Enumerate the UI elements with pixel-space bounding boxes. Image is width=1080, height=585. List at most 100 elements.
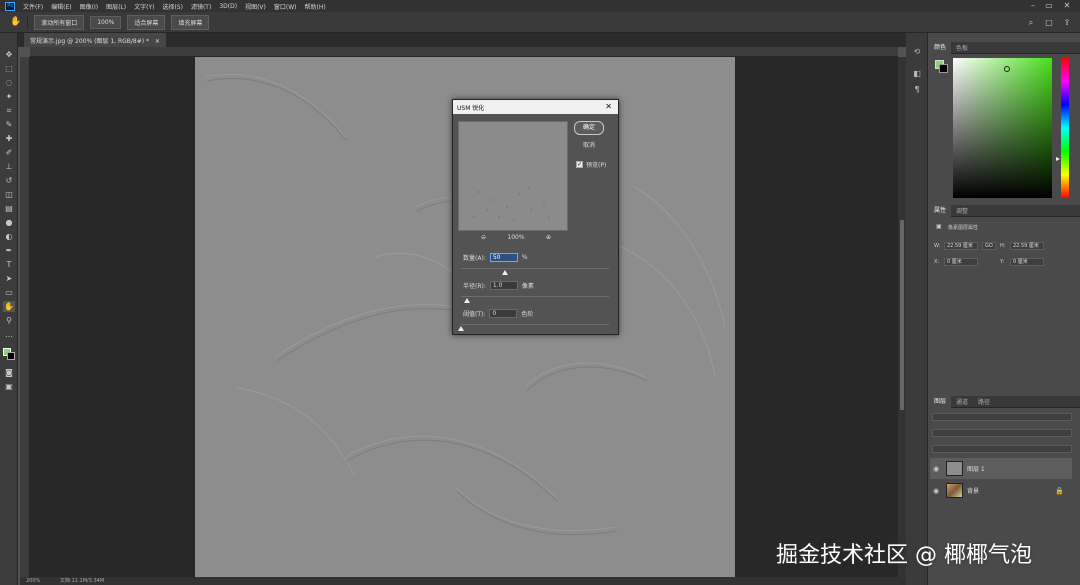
close-window-icon[interactable]: ✕ bbox=[1062, 1, 1072, 11]
preview-checkbox-row[interactable]: ✓ 预览(P) bbox=[576, 160, 606, 169]
threshold-input[interactable]: 0 bbox=[489, 309, 518, 318]
restore-icon[interactable]: ▭ bbox=[1044, 1, 1054, 11]
y-field[interactable]: 0 厘米 bbox=[1010, 258, 1044, 266]
background-color-swatch[interactable] bbox=[7, 352, 15, 360]
type-tool-icon[interactable]: T bbox=[3, 259, 15, 270]
screen-mode-icon[interactable]: ▣ bbox=[3, 381, 15, 392]
shape-tool-icon[interactable]: ▭ bbox=[3, 287, 15, 298]
tab-properties[interactable]: 属性 bbox=[929, 204, 952, 217]
stamp-tool-icon[interactable]: ⊥ bbox=[3, 161, 15, 172]
x-field[interactable]: 0 厘米 bbox=[944, 258, 978, 266]
more-tools-icon[interactable]: … bbox=[3, 329, 15, 340]
panel-background-color[interactable] bbox=[939, 64, 948, 73]
menu-image[interactable]: 图像(I) bbox=[80, 2, 98, 11]
fit-screen-button[interactable]: 适合屏幕 bbox=[127, 14, 166, 30]
history-brush-tool-icon[interactable]: ↺ bbox=[3, 175, 15, 186]
tab-paths[interactable]: 路径 bbox=[973, 397, 995, 406]
scroll-all-windows-button[interactable]: 滚动所有窗口 bbox=[34, 14, 85, 30]
visibility-eye-icon[interactable]: ◉ bbox=[930, 465, 942, 473]
zoom-tool-icon[interactable]: ⚲ bbox=[3, 315, 15, 326]
width-field[interactable]: 22.59 厘米 bbox=[944, 242, 978, 250]
hand-tool-icon[interactable]: ✋ bbox=[10, 17, 21, 27]
healing-brush-tool-icon[interactable]: ✚ bbox=[3, 133, 15, 144]
menu-3d[interactable]: 3D(D) bbox=[219, 3, 237, 10]
amount-slider-handle[interactable] bbox=[502, 270, 509, 275]
radius-slider-handle[interactable] bbox=[463, 298, 470, 303]
threshold-slider-handle[interactable] bbox=[458, 326, 464, 331]
lock-options-row bbox=[932, 445, 1072, 453]
layer-name: 背景 bbox=[967, 488, 980, 495]
link-proportions-button[interactable]: GO bbox=[982, 242, 996, 250]
pen-tool-icon[interactable]: ✒ bbox=[3, 245, 15, 256]
color-picker-field[interactable] bbox=[953, 58, 1052, 198]
layer-row-background[interactable]: ◉ 背景 🔒 bbox=[930, 480, 1072, 501]
tab-layers[interactable]: 图层 bbox=[929, 395, 952, 408]
menu-select[interactable]: 选择(S) bbox=[162, 2, 183, 11]
preview-texture bbox=[473, 187, 550, 221]
visibility-eye-icon[interactable]: ◉ bbox=[930, 487, 942, 495]
gradient-tool-icon[interactable]: ▤ bbox=[3, 203, 15, 214]
threshold-slider-track[interactable] bbox=[461, 324, 609, 325]
hue-slider[interactable] bbox=[1061, 58, 1069, 198]
adjustments-icon[interactable]: ◧ bbox=[912, 69, 922, 79]
menu-help[interactable]: 帮助(H) bbox=[305, 2, 326, 11]
dodge-tool-icon[interactable]: ◐ bbox=[3, 231, 15, 242]
tab-swatches[interactable]: 色板 bbox=[951, 43, 973, 52]
menu-window[interactable]: 窗口(W) bbox=[274, 2, 297, 11]
color-picker-cursor[interactable] bbox=[1004, 66, 1010, 72]
properties-panel-tabs: 属性 调整 bbox=[929, 204, 1080, 217]
dialog-close-icon[interactable]: ✕ bbox=[605, 102, 612, 111]
path-select-tool-icon[interactable]: ➤ bbox=[3, 273, 15, 284]
layer-filter-dropdown[interactable] bbox=[932, 413, 1072, 421]
zoom-100-button[interactable]: 100% bbox=[90, 15, 122, 29]
menu-file[interactable]: 文件(F) bbox=[23, 2, 43, 11]
height-field[interactable]: 22.59 厘米 bbox=[1010, 242, 1044, 250]
crop-tool-icon[interactable]: ⌗ bbox=[3, 105, 15, 116]
menu-edit[interactable]: 编辑(E) bbox=[51, 2, 71, 11]
hand-tool-icon[interactable]: ✋ bbox=[3, 301, 15, 312]
scroll-thumb[interactable] bbox=[900, 220, 904, 410]
lock-icon[interactable]: 🔒 bbox=[1055, 487, 1064, 495]
preview-checkbox[interactable]: ✓ bbox=[576, 161, 583, 168]
tab-adjustments[interactable]: 调整 bbox=[951, 206, 973, 215]
brush-tool-icon[interactable]: ✐ bbox=[3, 147, 15, 158]
radius-label: 半径(R): bbox=[463, 283, 486, 290]
cancel-button[interactable]: 取消 bbox=[574, 140, 604, 152]
marquee-tool-icon[interactable]: ⬚ bbox=[3, 63, 15, 74]
radius-slider-track[interactable] bbox=[461, 296, 609, 297]
layer-name: 图层 1 bbox=[967, 466, 985, 473]
close-tab-icon[interactable]: ✕ bbox=[155, 38, 160, 45]
amount-slider-track[interactable] bbox=[461, 268, 609, 269]
search-icon[interactable]: ⌕ bbox=[1026, 18, 1036, 28]
document-tab[interactable]: 常规演示.jpg @ 200% (图层 1, RGB/8#) * ✕ bbox=[24, 33, 166, 47]
workspace-icon[interactable]: ▢ bbox=[1044, 18, 1054, 28]
tab-channels[interactable]: 通道 bbox=[951, 397, 973, 406]
minimize-icon[interactable]: – bbox=[1028, 1, 1038, 11]
tab-color[interactable]: 颜色 bbox=[929, 41, 952, 54]
magic-wand-tool-icon[interactable]: ✦ bbox=[3, 91, 15, 102]
eraser-tool-icon[interactable]: ◫ bbox=[3, 189, 15, 200]
menu-layer[interactable]: 图层(L) bbox=[106, 2, 126, 11]
move-tool-icon[interactable]: ✥ bbox=[3, 49, 15, 60]
hue-slider-handle[interactable] bbox=[1056, 157, 1060, 161]
blend-mode-dropdown[interactable] bbox=[932, 429, 1072, 437]
menu-view[interactable]: 视图(V) bbox=[245, 2, 266, 11]
eyedropper-tool-icon[interactable]: ✎ bbox=[3, 119, 15, 130]
zoom-in-icon[interactable]: ⊕ bbox=[546, 234, 551, 241]
lasso-tool-icon[interactable]: ◌ bbox=[3, 77, 15, 88]
filter-preview[interactable] bbox=[458, 121, 568, 231]
history-icon[interactable]: ⟲ bbox=[912, 47, 922, 57]
ok-button[interactable]: 确定 bbox=[574, 121, 604, 135]
paragraph-icon[interactable]: ¶ bbox=[912, 85, 922, 95]
blur-tool-icon[interactable]: ● bbox=[3, 217, 15, 228]
menu-filter[interactable]: 滤镜(T) bbox=[191, 2, 211, 11]
menu-type[interactable]: 文字(Y) bbox=[134, 2, 154, 11]
amount-input[interactable]: 50 bbox=[489, 253, 518, 262]
quick-mask-icon[interactable]: ◙ bbox=[3, 367, 15, 378]
fill-screen-button[interactable]: 填充屏幕 bbox=[171, 14, 210, 30]
separator bbox=[27, 15, 29, 29]
share-icon[interactable]: ⇪ bbox=[1062, 18, 1072, 28]
layer-row-layer-1[interactable]: ◉ 图层 1 bbox=[930, 458, 1072, 479]
zoom-out-icon[interactable]: ⊖ bbox=[481, 234, 486, 241]
radius-input[interactable]: 1.0 bbox=[489, 281, 518, 290]
